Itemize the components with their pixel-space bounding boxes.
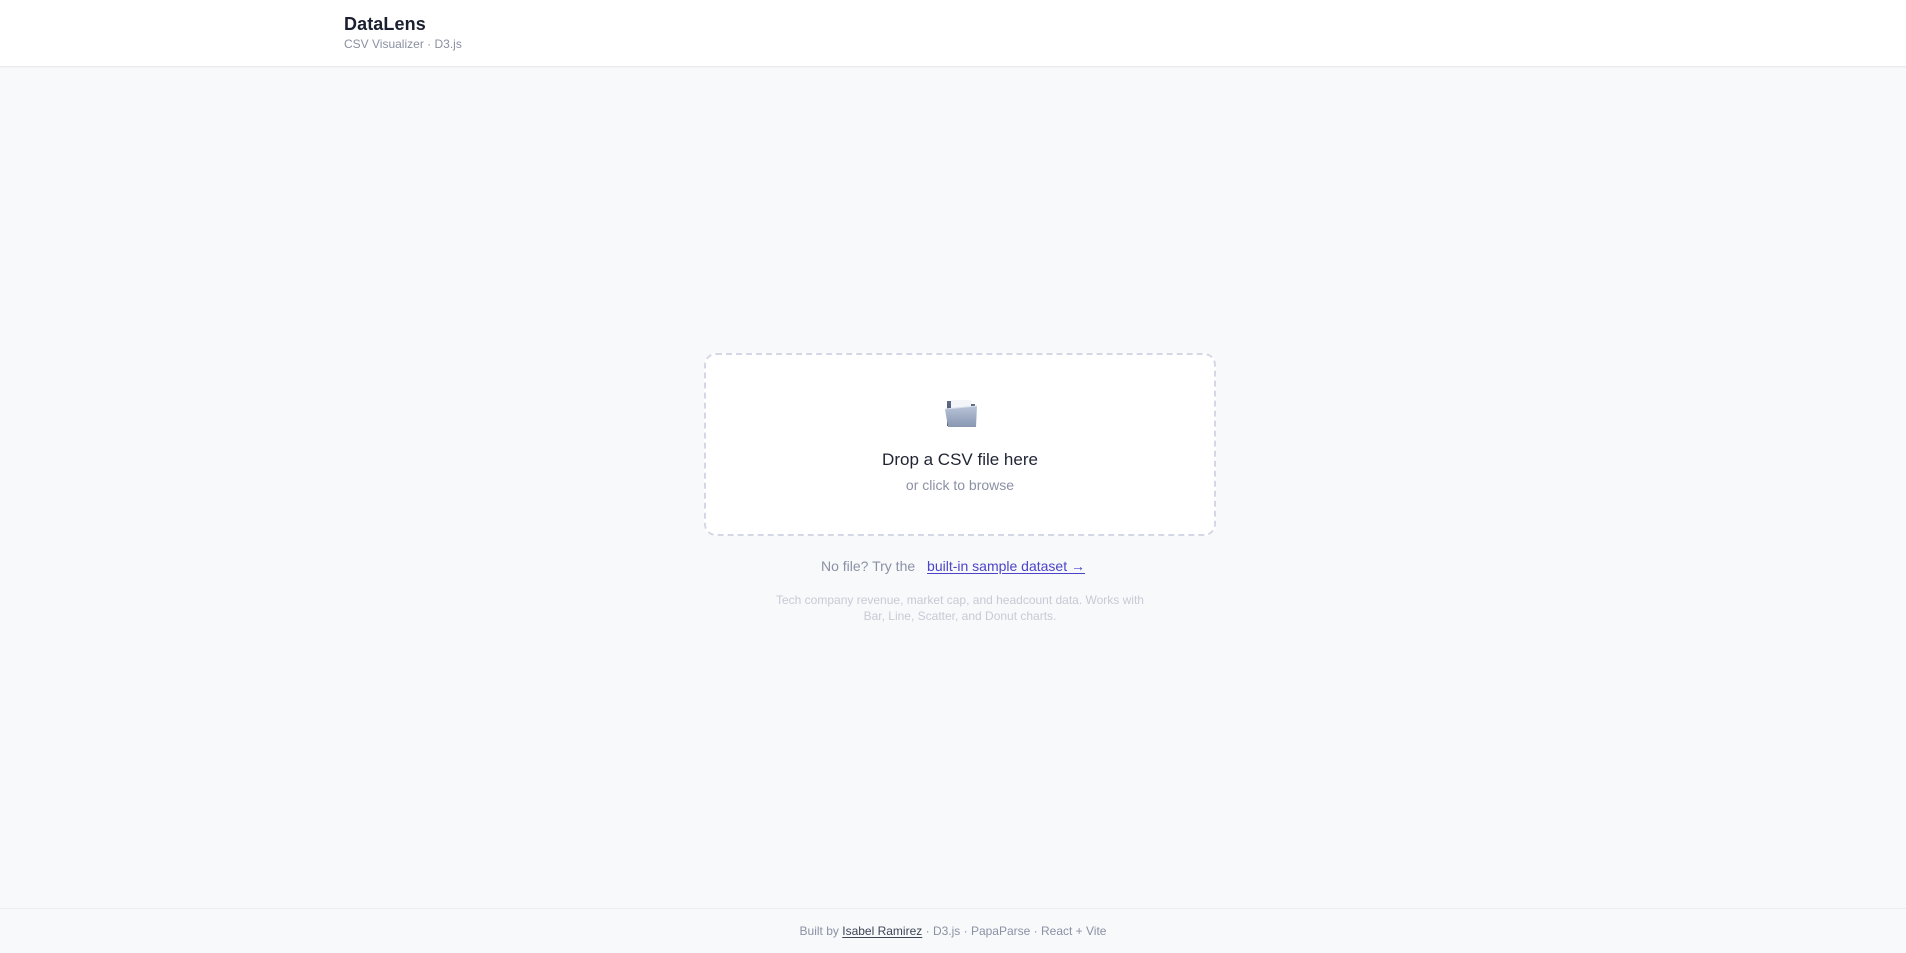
- sample-dataset-description: Tech company revenue, market cap, and he…: [776, 593, 1144, 623]
- footer-prefix: Built by: [799, 924, 839, 938]
- footer-tech-stack: · D3.js · PapaParse · React + Vite: [925, 924, 1107, 938]
- main-content: Drop a CSV file here or click to browse …: [0, 68, 1906, 908]
- app-footer: Built by Isabel Ramirez · D3.js · PapaPa…: [0, 908, 1906, 953]
- brand: DataLens CSV Visualizer · D3.js: [344, 13, 462, 52]
- app-title: DataLens: [344, 14, 426, 34]
- footer-author-link[interactable]: Isabel Ramirez: [842, 924, 922, 938]
- folder-open-icon: [944, 395, 980, 429]
- dropzone-title: Drop a CSV file here: [882, 450, 1038, 469]
- app-root: DataLens CSV Visualizer · D3.js Drop a C…: [0, 0, 1906, 953]
- sample-prompt-text: No file? Try the: [820, 558, 916, 574]
- sample-prompt-line: No file? Try the built-in sample dataset…: [0, 557, 1906, 575]
- app-subtitle: CSV Visualizer · D3.js: [344, 37, 462, 51]
- app-header: DataLens CSV Visualizer · D3.js: [0, 0, 1906, 67]
- dropzone-browse-hint: or click to browse: [905, 477, 1015, 493]
- csv-dropzone[interactable]: Drop a CSV file here or click to browse: [704, 353, 1216, 536]
- sample-dataset-link[interactable]: built-in sample dataset →: [927, 558, 1085, 574]
